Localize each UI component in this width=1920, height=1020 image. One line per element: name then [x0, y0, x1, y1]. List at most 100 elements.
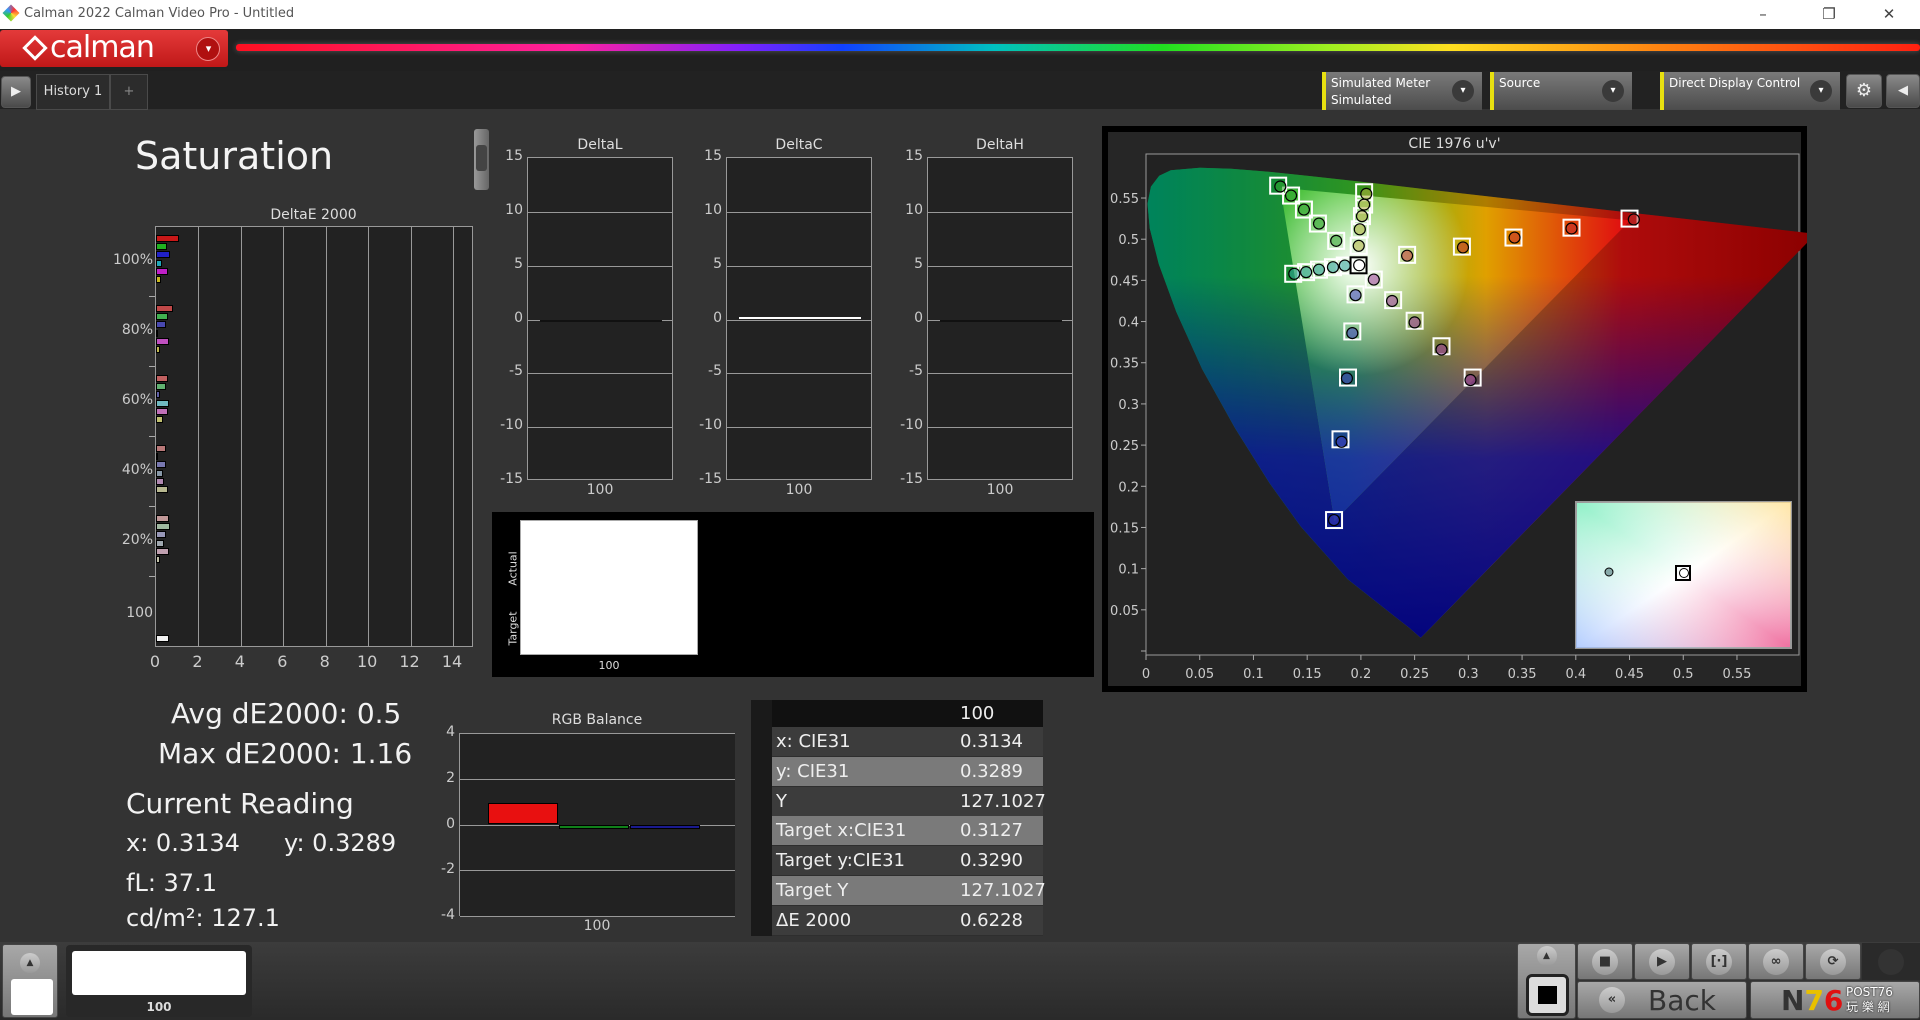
- restore-button[interactable]: ❐: [1806, 2, 1852, 26]
- deltae-bar: [156, 313, 168, 321]
- y-tick-label: 0.15: [1110, 521, 1139, 536]
- row-value: 0.3290: [960, 850, 1023, 872]
- row-label: Y: [776, 790, 787, 812]
- measured-point: [1408, 316, 1421, 329]
- toolbar: [0, 71, 1920, 109]
- table-header-row: 100: [772, 700, 1043, 727]
- category-label: 100: [785, 482, 813, 498]
- measured-point: [1367, 273, 1380, 286]
- refresh-icon: ⟳: [1820, 948, 1846, 975]
- source-dropdown[interactable]: Source ▾: [1490, 72, 1632, 110]
- measured-point: [1326, 261, 1340, 274]
- add-tab-button[interactable]: +: [110, 74, 148, 110]
- y-tick-label: 10: [704, 201, 722, 218]
- collapse-panel-button[interactable]: ◀: [1886, 74, 1920, 108]
- measured-point: [1346, 326, 1359, 340]
- play-button[interactable]: ▶: [1634, 943, 1690, 980]
- fit-button[interactable]: [·]: [1691, 943, 1747, 980]
- y-tick-label: 0.55: [1110, 192, 1139, 207]
- y-tick-label: 15: [704, 148, 722, 164]
- watermark-text: POST76 玩 樂 網: [1846, 985, 1893, 1014]
- avg-de-value: Avg dE2000: 0.5: [171, 697, 402, 730]
- gridline: [325, 227, 327, 646]
- measured-point: [1312, 263, 1326, 276]
- gridline: [368, 227, 370, 646]
- deltae-bar: [156, 375, 168, 382]
- loop-button[interactable]: ∞: [1748, 943, 1804, 980]
- deltae-bar: [156, 243, 167, 251]
- category-label: 100: [126, 605, 153, 621]
- minimize-button[interactable]: –: [1740, 2, 1786, 26]
- color-swatch: [520, 520, 698, 655]
- measured-point: [1401, 249, 1414, 262]
- gridline: [198, 227, 200, 646]
- category-label: 100: [583, 918, 611, 934]
- settings-button[interactable]: ⚙: [1846, 74, 1882, 108]
- measured-point: [1338, 259, 1351, 272]
- gridline: [460, 870, 735, 872]
- x-tick-label: 0.25: [1400, 667, 1429, 682]
- row-label: Target x:CIE31: [776, 820, 907, 842]
- point-thumbnail[interactable]: 100: [66, 945, 252, 1017]
- rainbow-bar: [236, 44, 1920, 51]
- y-tick-label: 10: [505, 201, 523, 218]
- gridline: [727, 211, 871, 213]
- y-tick-label: -4: [441, 907, 455, 923]
- calman-menu-button[interactable]: calman ▾: [0, 30, 228, 67]
- expand-panel-button[interactable]: ▶: [1, 76, 31, 108]
- chevron-down-icon: ▾: [1602, 80, 1624, 102]
- table-row: Target x:CIE31 0.3127: [772, 816, 1043, 846]
- stop-button[interactable]: ■: [1577, 943, 1633, 980]
- x-tick-label: 10: [356, 652, 378, 671]
- swatch-strip-toggle[interactable]: ▲: [2, 944, 58, 1018]
- category-tick: [149, 576, 155, 577]
- delta-bar: [540, 319, 662, 322]
- refresh-button[interactable]: ⟳: [1805, 943, 1861, 980]
- back-button[interactable]: « Back: [1577, 981, 1747, 1019]
- y-tick-label: 4: [446, 724, 455, 740]
- table-row: ΔE 2000 0.6228: [772, 905, 1043, 935]
- deltae-bar: [156, 267, 168, 275]
- measured-point: [1435, 343, 1448, 356]
- y-tick-label: 0.05: [1110, 604, 1139, 619]
- y-tick-label: 0.4: [1118, 316, 1139, 331]
- y-tick-label: -15: [900, 471, 923, 487]
- y-tick-label: -15: [699, 471, 722, 487]
- stop-panel-button[interactable]: ▲: [1517, 943, 1576, 1019]
- scrollbar-thumb[interactable]: [476, 145, 487, 171]
- gridline: [528, 373, 672, 375]
- tab-history-1[interactable]: History 1: [36, 74, 110, 110]
- y-tick-label: 0.35: [1110, 357, 1139, 372]
- readings-table: 100 x: CIE31 0.3134 y: CIE31 0.3289 Y 127.102…: [751, 700, 1046, 936]
- row-value: 127.1027: [960, 880, 1046, 901]
- deltae-bar: [156, 337, 169, 345]
- y-tick-label: 15: [905, 148, 923, 164]
- x-tick-label: 0.55: [1722, 667, 1751, 682]
- category-label: 100%: [112, 252, 153, 268]
- display-control-dropdown[interactable]: Direct Display Control ▾: [1660, 72, 1840, 110]
- y-tick-label: -15: [500, 471, 523, 487]
- close-button[interactable]: ✕: [1866, 2, 1912, 26]
- deltae-bar: [156, 539, 165, 547]
- rgb-bar: [488, 802, 558, 825]
- measured-point: [1353, 223, 1366, 236]
- loop-icon: ∞: [1763, 948, 1789, 975]
- gridline: [928, 427, 1072, 429]
- gridline: [453, 227, 454, 646]
- y-tick-label: 10: [905, 201, 923, 218]
- back-label: Back: [1648, 984, 1716, 1017]
- measured-point: [1456, 241, 1470, 254]
- measured-point: [1464, 373, 1477, 387]
- meter-dropdown[interactable]: Simulated Meter Simulated ▾: [1322, 72, 1482, 110]
- target-label: Target: [506, 611, 520, 646]
- stop-square-icon: [1526, 974, 1569, 1016]
- x-tick-label: 0.4: [1565, 667, 1586, 682]
- measured-point: [1340, 372, 1354, 385]
- delta-bar: [739, 317, 861, 320]
- gridline: [727, 373, 871, 375]
- double-chevron-left-icon: «: [1599, 987, 1625, 1013]
- logo-text: calman: [50, 30, 155, 65]
- gridline: [528, 211, 672, 213]
- next-button[interactable]: N76 POST76 玩 樂 網: [1750, 981, 1920, 1019]
- deltae-bar: [156, 515, 169, 522]
